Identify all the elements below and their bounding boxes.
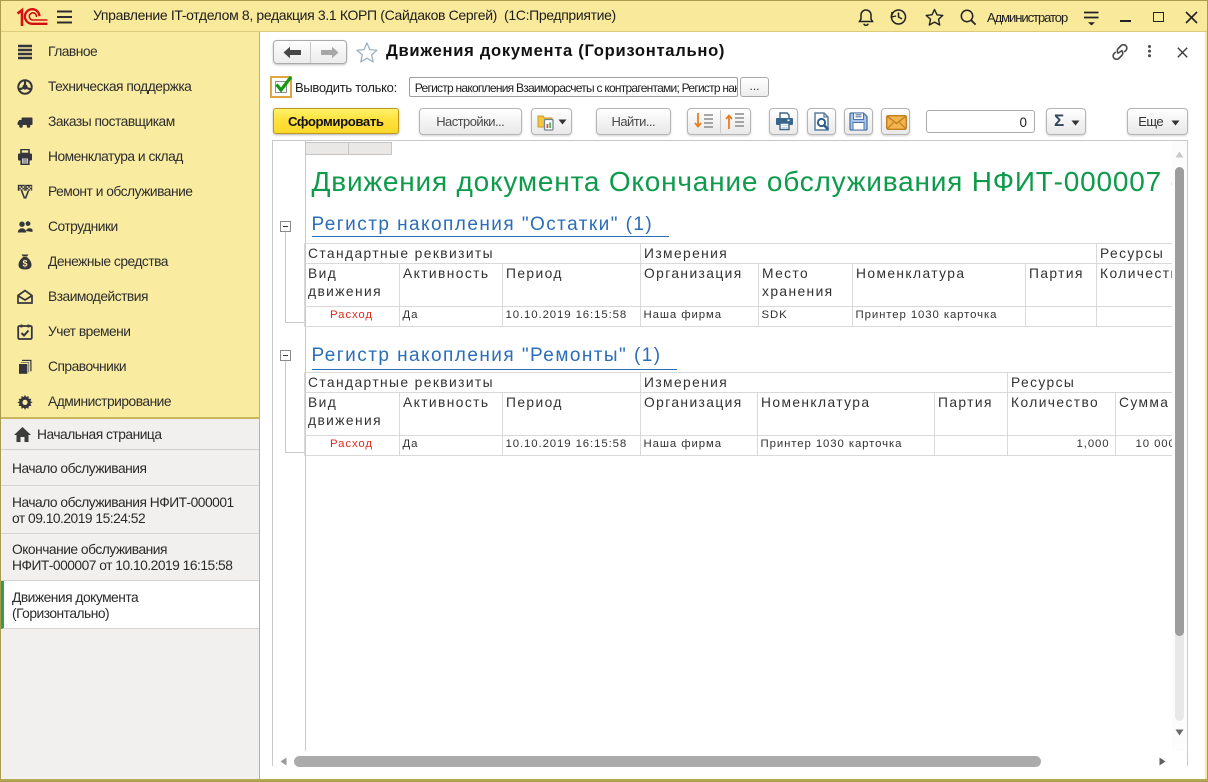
svg-text:$: $ bbox=[22, 258, 27, 268]
